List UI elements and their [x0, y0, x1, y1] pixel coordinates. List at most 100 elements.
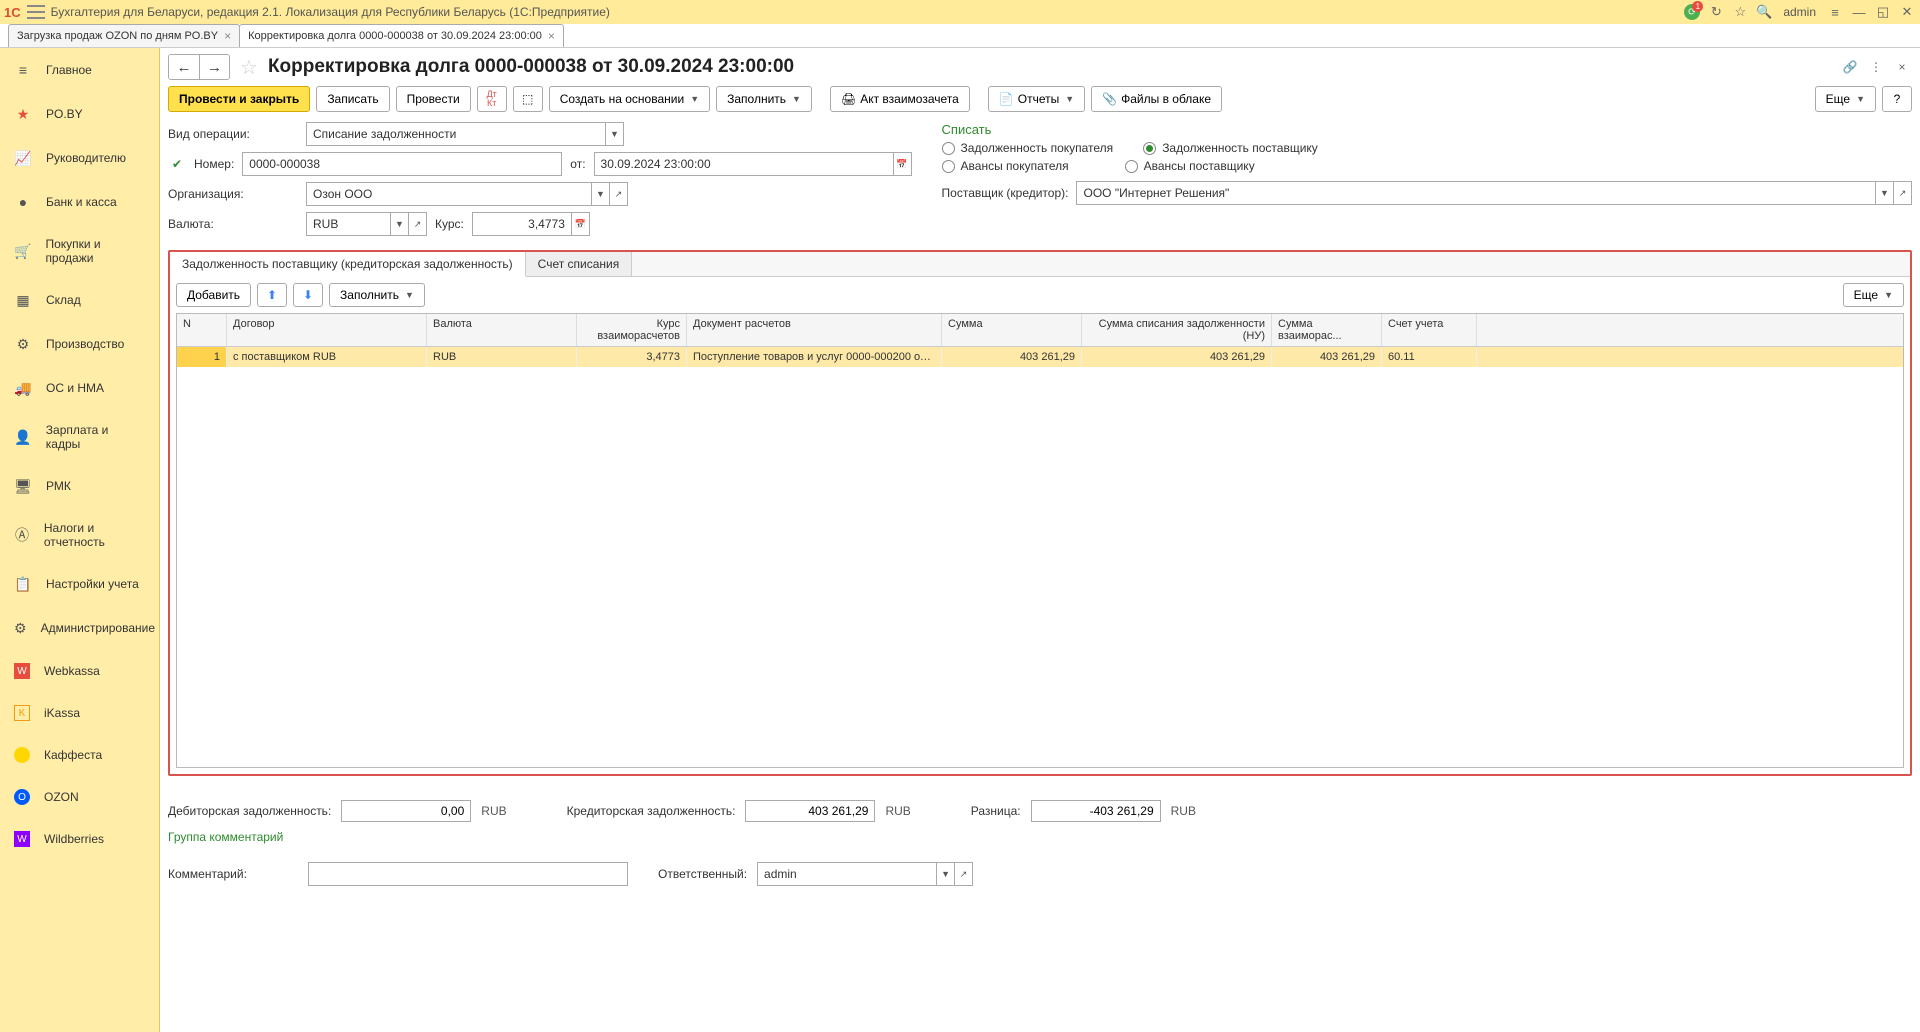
open-icon[interactable]: ↗ — [955, 862, 973, 886]
add-button[interactable]: Добавить — [176, 283, 251, 307]
open-icon[interactable]: ↗ — [610, 182, 628, 206]
col-sum[interactable]: Сумма — [942, 314, 1082, 346]
forward-button[interactable]: → — [199, 55, 229, 79]
sidebar-item-poby[interactable]: ★PO.BY — [0, 92, 159, 136]
favorite-icon[interactable]: ☆ — [240, 55, 258, 80]
credit-input[interactable] — [745, 800, 875, 822]
sidebar-item-wildberries[interactable]: WWildberries — [0, 818, 159, 860]
sidebar-item-taxes[interactable]: ⒶНалоги и отчетность — [0, 508, 159, 562]
back-button[interactable]: ← — [169, 55, 199, 79]
open-icon[interactable]: ↗ — [1894, 181, 1912, 205]
chevron-down-icon[interactable]: ▼ — [1876, 181, 1894, 205]
number-input[interactable] — [242, 152, 562, 176]
chevron-down-icon[interactable]: ▼ — [606, 122, 624, 146]
col-contract[interactable]: Договор — [227, 314, 427, 346]
operation-select[interactable] — [306, 122, 606, 146]
settings-icon[interactable]: ≡ — [1826, 3, 1844, 21]
save-button[interactable]: Записать — [316, 86, 389, 112]
col-rate[interactable]: Курс взаиморасчетов — [577, 314, 687, 346]
comment-group-link[interactable]: Группа комментарий — [168, 830, 283, 844]
minimize-icon[interactable]: — — [1850, 3, 1868, 21]
close-icon[interactable]: × — [224, 29, 231, 43]
close-icon[interactable]: × — [1892, 57, 1912, 77]
star-icon[interactable]: ☆ — [1731, 3, 1749, 21]
responsible-select[interactable] — [757, 862, 937, 886]
tab-writeoff-account[interactable]: Счет списания — [526, 252, 633, 276]
sidebar-item-manager[interactable]: 📈Руководителю — [0, 136, 159, 180]
post-close-button[interactable]: Провести и закрыть — [168, 86, 310, 112]
sidebar-item-rmk[interactable]: 🖥РМК — [0, 464, 159, 508]
more-button[interactable]: Еще▼ — [1815, 86, 1876, 112]
currency-select[interactable] — [306, 212, 391, 236]
ozon-icon: О — [14, 789, 30, 805]
post-button[interactable]: Провести — [396, 86, 471, 112]
debit-input[interactable] — [341, 800, 471, 822]
col-currency[interactable]: Валюта — [427, 314, 577, 346]
sidebar-item-assets[interactable]: 🚚ОС и НМА — [0, 366, 159, 410]
sidebar-item-ikassa[interactable]: KiKassa — [0, 692, 159, 734]
close-window-icon[interactable]: ✕ — [1898, 3, 1916, 21]
rate-input[interactable] — [472, 212, 572, 236]
radio-supplier-advance[interactable]: Авансы поставщику — [1125, 159, 1255, 173]
maximize-icon[interactable]: ◱ — [1874, 3, 1892, 21]
move-up-button[interactable]: ⬆ — [257, 283, 287, 307]
grid-more-button[interactable]: Еще▼ — [1843, 283, 1904, 307]
sidebar-item-kaffesta[interactable]: Каффеста — [0, 734, 159, 776]
act-button[interactable]: 🖨Акт взаимозачета — [830, 86, 970, 112]
grid-row[interactable]: 1 с поставщиком RUB RUB 3,4773 Поступлен… — [177, 347, 1903, 367]
comment-input[interactable] — [308, 862, 628, 886]
files-button[interactable]: 📎Файлы в облаке — [1091, 86, 1222, 112]
tab-ozon-load[interactable]: Загрузка продаж OZON по дням PO.BY × — [8, 24, 240, 47]
supplier-select[interactable] — [1076, 181, 1876, 205]
structure-button[interactable]: ⬚ — [513, 86, 543, 112]
col-doc[interactable]: Документ расчетов — [687, 314, 942, 346]
fill-button[interactable]: Заполнить▼ — [716, 86, 812, 112]
sidebar-item-webkassa[interactable]: WWebkassa — [0, 650, 159, 692]
sidebar: ≡Главное ★PO.BY 📈Руководителю ●Банк и ка… — [0, 48, 160, 1032]
open-icon[interactable]: ↗ — [409, 212, 427, 236]
sidebar-item-bank[interactable]: ●Банк и касса — [0, 180, 159, 224]
notification-icon[interactable]: ⟳ 1 — [1683, 3, 1701, 21]
chevron-down-icon[interactable]: ▼ — [592, 182, 610, 206]
search-icon[interactable]: 🔍 — [1755, 3, 1773, 21]
menu-dots-icon[interactable]: ⋮ — [1866, 57, 1886, 77]
fill-grid-button[interactable]: Заполнить▼ — [329, 283, 425, 307]
create-based-button[interactable]: Создать на основании▼ — [549, 86, 710, 112]
dt-kt-button[interactable]: ДтКт — [477, 86, 507, 112]
col-account[interactable]: Счет учета — [1382, 314, 1477, 346]
radio-buyer-advance[interactable]: Авансы покупателя — [942, 159, 1069, 173]
calendar-icon[interactable]: 📅 — [572, 212, 590, 236]
help-button[interactable]: ? — [1882, 86, 1912, 112]
reports-button[interactable]: 📄Отчеты▼ — [988, 86, 1085, 112]
org-select[interactable] — [306, 182, 592, 206]
sidebar-item-settings[interactable]: 📋Настройки учета — [0, 562, 159, 606]
close-icon[interactable]: × — [548, 29, 555, 43]
sidebar-item-trade[interactable]: 🛒Покупки и продажи — [0, 224, 159, 278]
sidebar-item-main[interactable]: ≡Главное — [0, 48, 159, 92]
sidebar-item-admin[interactable]: ⚙Администрирование — [0, 606, 159, 650]
grid-icon: ▦ — [14, 291, 32, 309]
sidebar-item-ozon[interactable]: ОOZON — [0, 776, 159, 818]
col-sum-nu[interactable]: Сумма списания задолженности (НУ) — [1082, 314, 1272, 346]
radio-supplier-debt[interactable]: Задолженность поставщику — [1143, 141, 1318, 155]
diff-input[interactable] — [1031, 800, 1161, 822]
hamburger-icon[interactable] — [27, 5, 45, 19]
link-icon[interactable]: 🔗 — [1840, 57, 1860, 77]
date-input[interactable] — [594, 152, 894, 176]
sidebar-item-warehouse[interactable]: ▦Склад — [0, 278, 159, 322]
sidebar-item-production[interactable]: ⚙Производство — [0, 322, 159, 366]
history-icon[interactable]: ↻ — [1707, 3, 1725, 21]
calendar-icon[interactable]: 📅 — [894, 152, 912, 176]
chevron-down-icon[interactable]: ▼ — [937, 862, 955, 886]
tab-supplier-debt[interactable]: Задолженность поставщику (кредиторская з… — [170, 252, 526, 277]
wildberries-icon: W — [14, 831, 30, 847]
sidebar-item-hr[interactable]: 👤Зарплата и кадры — [0, 410, 159, 464]
col-sum-mut[interactable]: Сумма взаиморас... — [1272, 314, 1382, 346]
sidebar-item-label: Покупки и продажи — [45, 237, 145, 265]
move-down-button[interactable]: ⬇ — [293, 283, 323, 307]
col-n[interactable]: N — [177, 314, 227, 346]
radio-buyer-debt[interactable]: Задолженность покупателя — [942, 141, 1114, 155]
tab-debt-correction[interactable]: Корректировка долга 0000-000038 от 30.09… — [239, 24, 564, 47]
chevron-down-icon[interactable]: ▼ — [391, 212, 409, 236]
user-label[interactable]: admin — [1783, 5, 1816, 19]
